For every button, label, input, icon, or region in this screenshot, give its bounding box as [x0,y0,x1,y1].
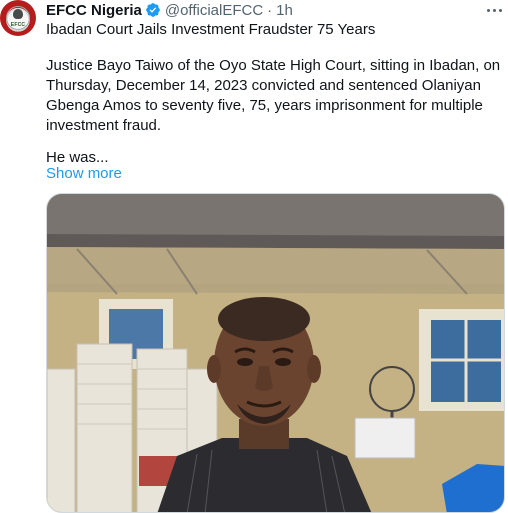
tweet-header: EFCC Nigeria @officialEFCC · 1h [46,0,293,20]
more-options-icon[interactable] [484,0,504,20]
more-dot [492,8,496,12]
more-dot [486,8,490,12]
photo-illustration [47,194,504,512]
show-more-link[interactable]: Show more [46,164,122,184]
author-handle[interactable]: @officialEFCC [165,2,263,19]
tweet-body: Justice Bayo Taiwo of the Oyo State High… [46,57,501,134]
author-name[interactable]: EFCC Nigeria [46,2,142,19]
avatar[interactable]: EFCC [0,0,36,36]
more-dot [498,8,502,12]
separator-dot: · [267,1,273,19]
eagle-logo-icon [13,9,23,19]
avatar-text: EFCC [10,22,26,28]
tweet-headline: Ibadan Court Jails Investment Fraudster … [46,21,376,38]
tweet-photo[interactable] [46,193,505,513]
timestamp[interactable]: 1h [276,2,293,19]
verified-badge-icon [146,3,160,17]
